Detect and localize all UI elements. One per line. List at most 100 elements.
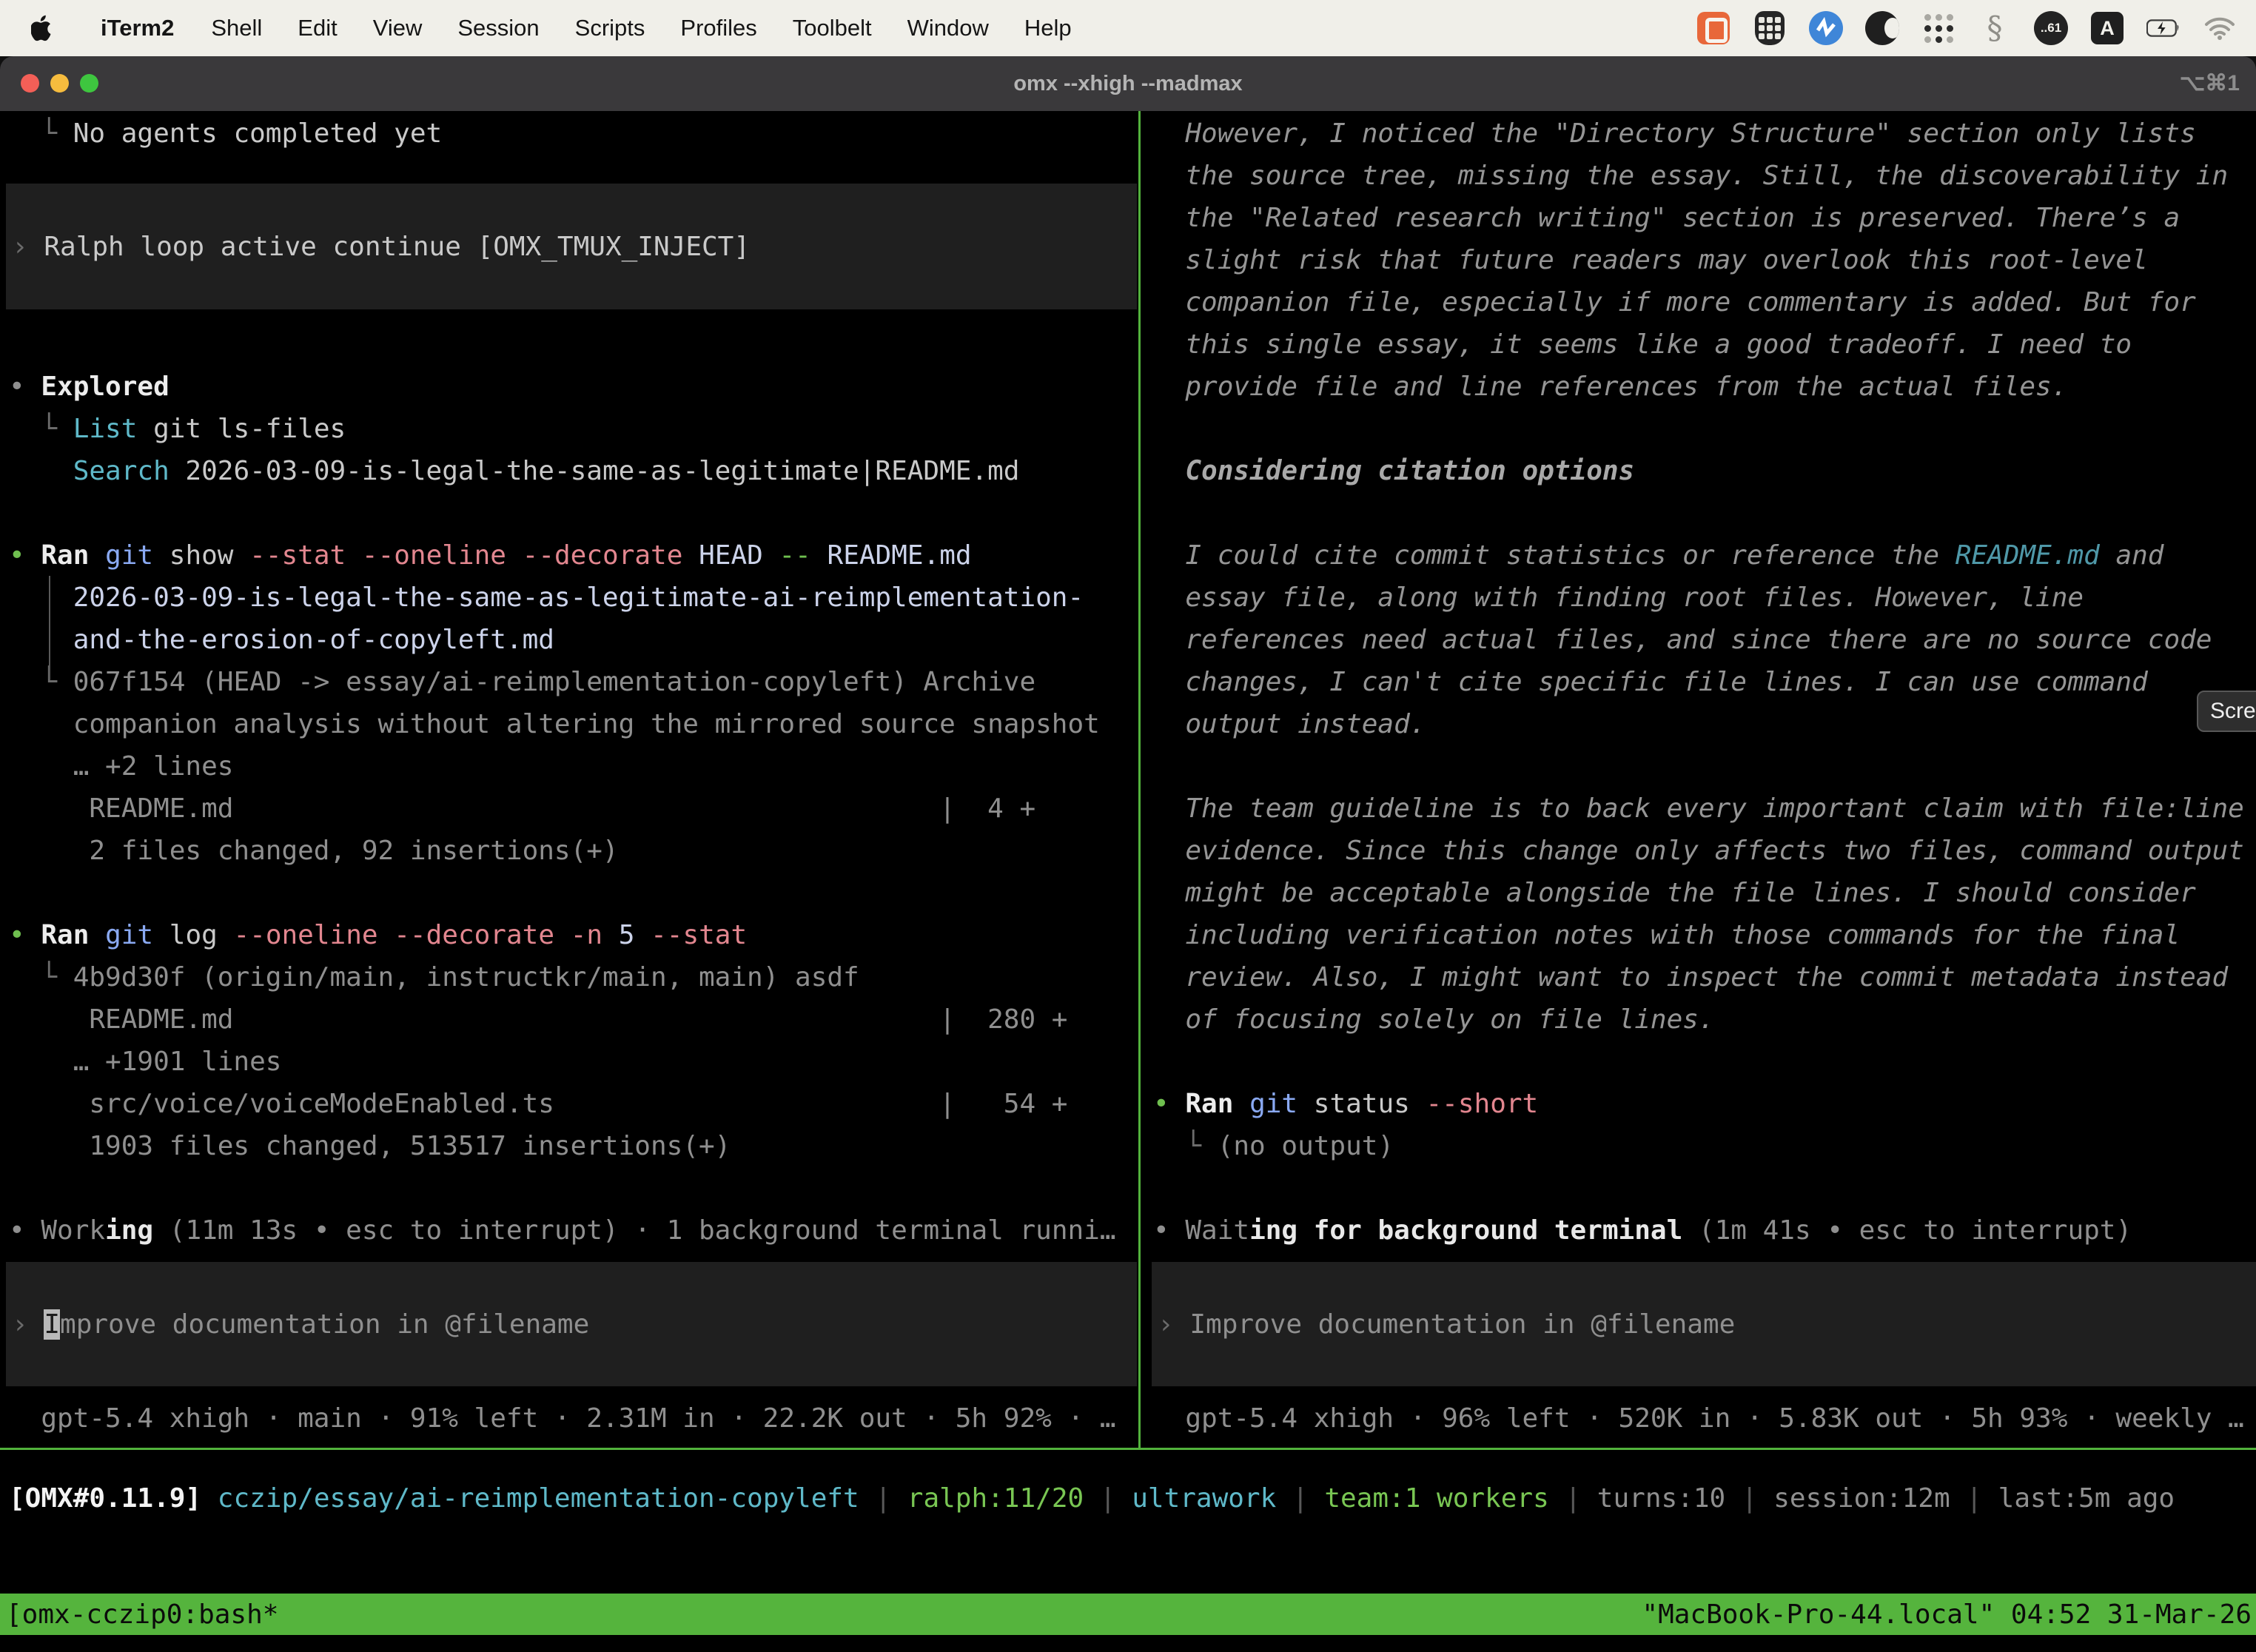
terminal-line [9, 323, 1131, 366]
text-segment [1233, 1089, 1249, 1119]
right-prompt-input[interactable]: › Improve documentation in @filename [1152, 1262, 2256, 1386]
right-pane[interactable]: However, I noticed the "Directory Struct… [1153, 113, 2255, 1252]
dots-grid-icon[interactable] [1921, 11, 1955, 45]
text-segment: turns:10 [1597, 1483, 1725, 1514]
text-segment: Ran [41, 540, 89, 571]
text-segment: changes, I can't cite specific file line… [1153, 667, 2148, 697]
text-segment: | [1084, 1483, 1132, 1514]
screen-overlay-button[interactable]: Scre [2197, 691, 2256, 732]
terminal-line: … +1901 lines [9, 1041, 1131, 1083]
terminal-line: evidence. Since this change only affects… [1153, 830, 2255, 872]
terminal-line: changes, I can't cite specific file line… [1153, 661, 2255, 703]
terminal-line [1153, 1041, 2255, 1083]
text-segment: (11m 13s • esc to interrupt) · 1 backgro… [153, 1215, 1115, 1246]
text-segment: might be acceptable alongside the file l… [1153, 878, 2196, 908]
text-segment: ralph:11/20 [907, 1483, 1084, 1514]
menu-toolbelt[interactable]: Toolbelt [793, 15, 872, 41]
menu-scripts[interactable]: Scripts [575, 15, 645, 41]
terminal-line: The team guideline is to back every impo… [1153, 788, 2255, 830]
input-source-icon[interactable]: A [2090, 11, 2124, 45]
battery-icon[interactable] [2146, 11, 2181, 45]
text-segment: --decorate [523, 540, 683, 571]
menu-window[interactable]: Window [907, 15, 989, 41]
menu-shell[interactable]: Shell [211, 15, 262, 41]
text-segment: Explored [41, 372, 169, 402]
text-segment [554, 920, 571, 950]
terminal-line: references need actual files, and since … [1153, 619, 2255, 661]
text-segment: › [1158, 1309, 1189, 1340]
text-segment: provide file and line references from th… [1153, 372, 2067, 402]
usage-61-icon[interactable]: ..61 [2034, 11, 2068, 45]
terminal-line: of focusing solely on file lines. [1153, 998, 2255, 1041]
text-segment: git [105, 540, 153, 571]
iterm-window: omx --xhigh --madmax ⌥⌘1 └ No agents com… [0, 56, 2256, 1652]
text-segment: --short [1426, 1089, 1539, 1119]
text-segment: mprove documentation in @filename [60, 1309, 589, 1340]
text-segment: --stat [651, 920, 747, 950]
menubar-status-icons: § ..61 A [1696, 11, 2237, 45]
moon-crescent-icon[interactable] [1865, 11, 1899, 45]
menu-iterm2[interactable]: iTerm2 [101, 15, 174, 41]
text-segment: team:1 workers [1324, 1483, 1548, 1514]
text-segment: HEAD [699, 540, 763, 571]
terminal-line [9, 492, 1131, 534]
menu-session[interactable]: Session [457, 15, 539, 41]
text-segment: • [9, 540, 41, 571]
text-segment: 2026-03-09-is-legal-the-same-as-legitima… [9, 582, 1084, 613]
terminal-line: review. Also, I might want to inspect th… [1153, 956, 2255, 998]
text-segment: companion file, especially if more comme… [1153, 287, 2196, 318]
text-segment: ing for background terminal [1249, 1215, 1682, 1246]
text-segment [811, 540, 827, 571]
menu-profiles[interactable]: Profiles [680, 15, 756, 41]
wifi-icon[interactable] [2203, 11, 2237, 45]
blue-badge-icon[interactable] [1809, 11, 1843, 45]
text-segment: | [1549, 1483, 1597, 1514]
left-prompt-input[interactable]: › Improve documentation in @filename [6, 1262, 1137, 1386]
terminal-line: • Ran git log --oneline --decorate -n 5 … [9, 914, 1131, 956]
terminal-content[interactable]: └ No agents completed yet • Explored └ L… [0, 111, 2256, 1652]
terminal-line: I could cite commit statistics or refere… [1153, 534, 2255, 577]
terminal-line [9, 1167, 1131, 1209]
terminal-line: … +2 lines [9, 745, 1131, 788]
text-segment: README.md [1955, 540, 2100, 571]
terminal-line: this single essay, it seems like a good … [1153, 323, 2255, 366]
text-segment: log [153, 920, 233, 950]
menu-help[interactable]: Help [1024, 15, 1072, 41]
squiggle-icon[interactable]: § [1978, 11, 2012, 45]
text-segment: • [9, 920, 41, 950]
titlebar[interactable]: omx --xhigh --madmax ⌥⌘1 [0, 56, 2256, 112]
menu-edit[interactable]: Edit [298, 15, 337, 41]
terminal-line: README.md | 4 + [9, 788, 1131, 830]
text-segment: README.md [827, 540, 972, 571]
terminal-line: companion analysis without altering the … [9, 703, 1131, 745]
tree-connector-line [49, 576, 50, 679]
text-segment: git ls-files [137, 414, 346, 444]
terminal-line: provide file and line references from th… [1153, 366, 2255, 408]
right-model-statusline: gpt-5.4 xhigh · 96% left · 520K in · 5.8… [1153, 1397, 2244, 1440]
apple-menu-icon[interactable] [31, 15, 53, 41]
terminal-line [9, 872, 1131, 914]
terminal-line: • Ran git show --stat --oneline --decora… [9, 534, 1131, 577]
text-segment: 4b9d30f (origin/main, instructkr/main, m… [73, 962, 859, 993]
shield-grid-icon[interactable] [1753, 11, 1787, 45]
terminal-line: └ List git ls-files [9, 408, 1131, 450]
text-segment: and [2100, 540, 2164, 571]
terminal-line: including verification notes with those … [1153, 914, 2255, 956]
terminal-line: and-the-erosion-of-copyleft.md [9, 619, 1131, 661]
screen-overlay-label: Scre [2210, 699, 2256, 724]
menu-view[interactable]: View [373, 15, 423, 41]
text-segment: and-the-erosion-of-copyleft.md [9, 625, 554, 655]
text-segment: › [12, 1309, 44, 1340]
terminal-line: • Working (11m 13s • esc to interrupt) ·… [9, 1209, 1131, 1252]
pane-divider-horizontal[interactable] [0, 1448, 2256, 1450]
text-segment [201, 1483, 218, 1514]
orange-app-icon[interactable] [1696, 11, 1730, 45]
text-segment: The team guideline is to back every impo… [1153, 793, 2244, 824]
text-segment: ultrawork [1132, 1483, 1276, 1514]
pane-divider-vertical[interactable] [1138, 111, 1141, 1449]
text-segment: … +1901 lines [9, 1047, 281, 1077]
text-segment: Improve documentation in @filename [1189, 1309, 1735, 1340]
text-segment: • [1153, 1089, 1185, 1119]
text-segment [602, 920, 619, 950]
text-segment: I [44, 1309, 60, 1340]
